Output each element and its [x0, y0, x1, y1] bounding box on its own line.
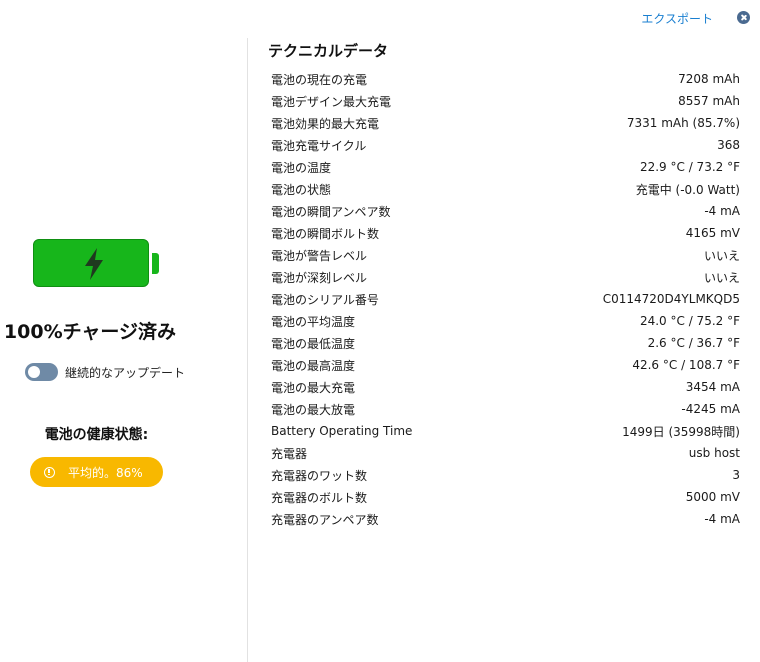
table-row: 電池の最高温度 42.6 °C / 108.7 °F: [271, 354, 740, 376]
row-label: 電池デザイン最大充電: [271, 94, 392, 109]
row-label: 電池の瞬間ボルト数: [271, 226, 380, 241]
table-row: 電池の瞬間アンペア数 -4 mA: [271, 200, 740, 222]
table-row: Battery Operating Time 1499日 (35998時間): [271, 420, 740, 442]
battery-health-title: 電池の健康状態:: [44, 427, 149, 443]
row-value: -4245 mA: [681, 402, 740, 416]
row-label: 電池の瞬間アンペア数: [271, 204, 391, 219]
lightning-bolt-icon: [85, 248, 103, 280]
table-row: 電池のシリアル番号 C0114720D4YLMKQD5: [271, 288, 740, 310]
battery-health-value: 平均的。86%: [68, 465, 143, 480]
row-label: 電池のシリアル番号: [271, 292, 379, 307]
row-label: 電池の現在の充電: [271, 72, 368, 87]
table-row: 電池効果的最大充電 7331 mAh (85.7%): [271, 112, 740, 134]
row-value: 5000 mV: [685, 490, 740, 504]
row-value: 2.6 °C / 36.7 °F: [647, 336, 740, 350]
row-value: -4 mA: [704, 204, 740, 218]
battery-summary-panel: 100%チャージ済み 継続的なアップデート 電池の健康状態: 平均的。86%: [0, 0, 247, 662]
row-value: 7208 mAh: [678, 72, 740, 86]
table-row: 電池の最低温度 2.6 °C / 36.7 °F: [271, 332, 740, 354]
technical-data-table: 電池の現在の充電 7208 mAh 電池デザイン最大充電 8557 mAh 電池効果…: [271, 68, 740, 530]
table-row: 充電器 usb host: [271, 442, 740, 464]
row-label: 電池の最大放電: [271, 402, 356, 417]
battery-tip: [152, 253, 159, 274]
row-value: 8557 mAh: [678, 94, 740, 108]
table-row: 電池の状態 充電中 (-0.0 Watt): [271, 178, 740, 200]
table-row: 電池の瞬間ボルト数 4165 mV: [271, 222, 740, 244]
row-label: 電池効果的最大充電: [271, 116, 380, 131]
table-row: 電池が深刻レベル いいえ: [271, 266, 740, 288]
row-value: 42.6 °C / 108.7 °F: [632, 358, 740, 372]
row-value: -4 mA: [704, 512, 740, 526]
row-value: 7331 mAh (85.7%): [626, 116, 740, 130]
row-value: 4165 mV: [685, 226, 740, 240]
battery-health-badge: 平均的。86%: [30, 457, 163, 487]
continuous-update-toggle[interactable]: [25, 363, 58, 381]
continuous-update-row: 継続的なアップデート: [25, 363, 185, 381]
technical-data-panel: テクニカルデータ 電池の現在の充電 7208 mAh 電池デザイン最大充電 8557…: [248, 0, 760, 662]
info-icon: [44, 466, 55, 478]
table-row: 電池の最大充電 3454 mA: [271, 376, 740, 398]
row-label: 電池が警告レベル: [271, 248, 368, 263]
battery-icon: [33, 239, 149, 287]
row-value: いいえ: [703, 248, 740, 263]
row-value: 1499日 (35998時間): [622, 424, 740, 439]
table-row: 充電器のワット数 3: [271, 464, 740, 486]
row-label: 電池の温度: [271, 160, 332, 175]
row-value: 3454 mA: [685, 380, 740, 394]
row-value: いいえ: [703, 270, 740, 285]
row-label: 充電器のワット数: [271, 468, 368, 483]
row-label: 電池の平均温度: [271, 314, 356, 329]
row-label: 充電器: [271, 446, 308, 461]
row-value: 充電中 (-0.0 Watt): [635, 182, 740, 197]
technical-data-title: テクニカルデータ: [268, 42, 389, 60]
row-label: 電池の最大充電: [271, 380, 356, 395]
row-value: 3: [732, 468, 740, 482]
table-row: 電池の現在の充電 7208 mAh: [271, 68, 740, 90]
row-value: 368: [717, 138, 740, 152]
row-label: 電池充電サイクル: [271, 138, 367, 153]
table-row: 充電器のボルト数 5000 mV: [271, 486, 740, 508]
row-label: Battery Operating Time: [271, 424, 413, 438]
row-label: 電池の状態: [271, 182, 332, 197]
row-label: 充電器のアンペア数: [271, 512, 379, 527]
charge-status: 100%チャージ済み: [3, 321, 177, 343]
row-value: 22.9 °C / 73.2 °F: [639, 160, 740, 174]
table-row: 充電器のアンペア数 -4 mA: [271, 508, 740, 530]
row-label: 充電器のボルト数: [271, 490, 368, 505]
row-value: C0114720D4YLMKQD5: [602, 292, 740, 306]
table-row: 電池の平均温度 24.0 °C / 75.2 °F: [271, 310, 740, 332]
toggle-knob: [28, 366, 40, 378]
table-row: 電池の温度 22.9 °C / 73.2 °F: [271, 156, 740, 178]
continuous-update-label: 継続的なアップデート: [65, 365, 186, 380]
row-value: 24.0 °C / 75.2 °F: [639, 314, 740, 328]
table-row: 電池の最大放電 -4245 mA: [271, 398, 740, 420]
row-label: 電池の最低温度: [271, 336, 356, 351]
table-row: 電池充電サイクル 368: [271, 134, 740, 156]
row-value: usb host: [688, 446, 740, 460]
table-row: 電池が警告レベル いいえ: [271, 244, 740, 266]
row-label: 電池が深刻レベル: [271, 270, 368, 285]
table-row: 電池デザイン最大充電 8557 mAh: [271, 90, 740, 112]
row-label: 電池の最高温度: [271, 358, 356, 373]
